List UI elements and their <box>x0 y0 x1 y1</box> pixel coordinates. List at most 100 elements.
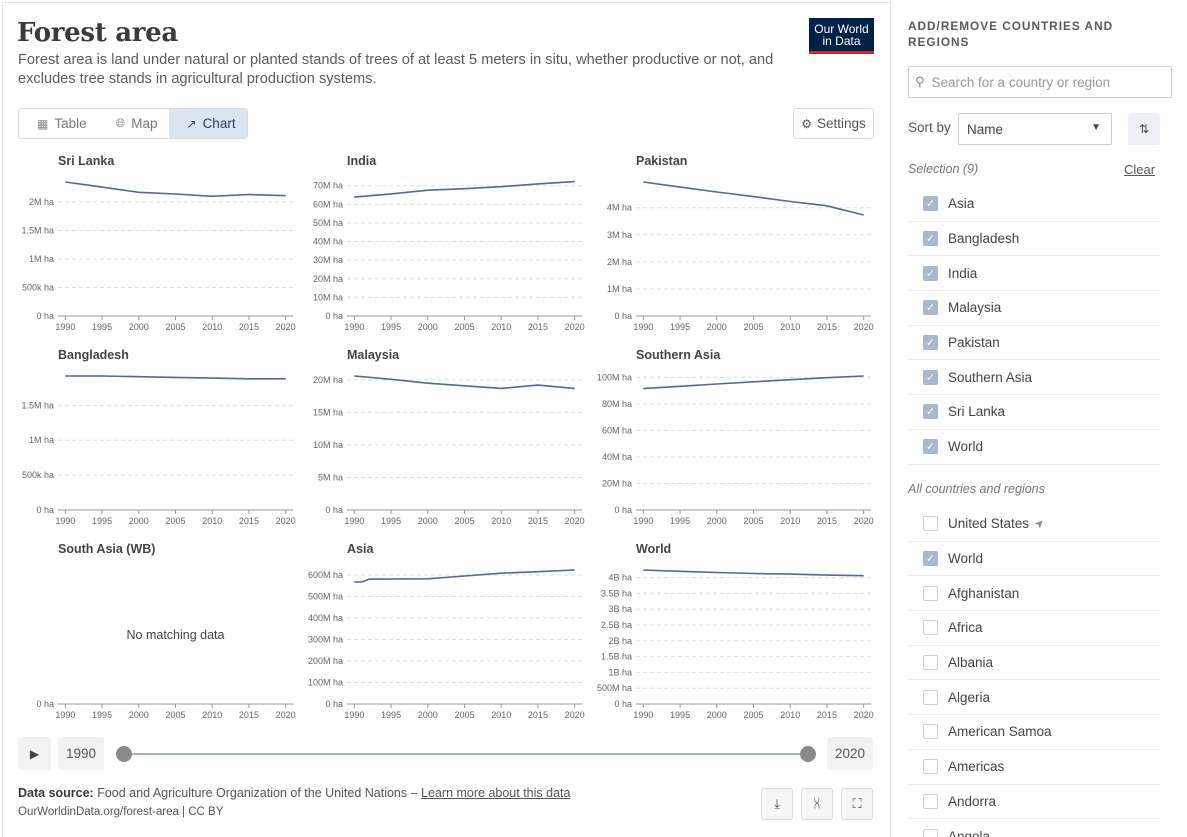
list-item-label: Malaysia <box>948 300 1002 316</box>
list-item[interactable]: United States ➤ <box>908 507 1161 542</box>
y-tick-label: 1.5M ha <box>21 400 54 410</box>
sort-select[interactable]: Name ▼ <box>958 113 1112 145</box>
sort-value: Name <box>967 121 1004 137</box>
all-regions-list: United States ➤ ✓ World Afghanistan Africa Alb… <box>908 507 1161 837</box>
checkbox[interactable] <box>923 759 938 775</box>
no-data-message: No matching data <box>127 628 225 642</box>
checkbox[interactable]: ✓ <box>923 265 938 281</box>
list-item-label: Algeria <box>948 689 991 705</box>
y-tick-label: 60M ha <box>602 425 632 435</box>
checkbox[interactable]: ✓ <box>923 404 938 420</box>
timeline-end-handle[interactable] <box>800 746 816 762</box>
x-tick-label: 2010 <box>491 322 511 332</box>
x-tick-label: 1995 <box>381 322 401 332</box>
play-button[interactable]: ▶ <box>18 737 51 770</box>
list-item[interactable]: ✓ Sri Lanka <box>908 395 1161 430</box>
y-tick-label: 500k ha <box>22 282 54 292</box>
y-tick-label: 1.5M ha <box>21 225 54 235</box>
list-item[interactable]: Africa <box>908 611 1161 646</box>
list-item-label: Angola <box>948 828 991 837</box>
checkbox[interactable] <box>923 724 938 740</box>
x-tick-label: 2020 <box>854 322 874 332</box>
data-source: Data source: Food and Agriculture Organi… <box>18 786 570 800</box>
checkbox[interactable]: ✓ <box>923 369 938 385</box>
list-item[interactable]: ✓ Asia <box>908 187 1161 222</box>
x-tick-label: 2000 <box>129 322 149 332</box>
list-item[interactable]: Afghanistan <box>908 576 1161 612</box>
timeline-start-year[interactable]: 1990 <box>58 737 105 770</box>
list-item[interactable]: ✓ Pakistan <box>908 326 1161 361</box>
list-item[interactable]: Angola <box>908 819 1161 837</box>
timeline-start-handle[interactable] <box>116 746 132 762</box>
chart-title: Malaysia <box>347 348 400 362</box>
x-tick-label: 2020 <box>854 710 874 720</box>
list-item[interactable]: Andorra <box>908 785 1161 820</box>
y-tick-label: 100M ha <box>308 677 343 687</box>
sort-order-icon: ⇅ <box>1138 122 1150 136</box>
x-tick-label: 2015 <box>528 322 548 332</box>
list-item[interactable]: Algeria <box>908 680 1161 716</box>
checkbox[interactable] <box>923 620 938 636</box>
x-tick-label: 2010 <box>780 516 800 526</box>
list-item-label: Pakistan <box>948 335 1000 351</box>
list-item[interactable]: Americas <box>908 750 1161 785</box>
chart-title: World <box>636 542 671 556</box>
y-tick-label: 5M ha <box>318 472 343 482</box>
checkbox[interactable] <box>923 828 938 837</box>
list-item[interactable]: ✓ Southern Asia <box>908 360 1161 396</box>
download-button[interactable]: ⤓ <box>761 788 793 820</box>
share-button[interactable]: ⩆ <box>801 788 833 820</box>
x-tick-label: 2010 <box>780 322 800 332</box>
checkbox[interactable] <box>923 516 938 532</box>
search-placeholder: Search for a country or region <box>931 74 1111 90</box>
x-tick-label: 2005 <box>743 710 763 720</box>
series-line <box>65 181 286 198</box>
list-item[interactable]: ✓ World <box>908 542 1161 577</box>
y-tick-label: 30M ha <box>313 255 343 265</box>
list-item[interactable]: ✓ Malaysia <box>908 291 1161 326</box>
search-input[interactable]: ⚲ Search for a country or region <box>908 66 1172 98</box>
checkbox[interactable] <box>923 585 938 601</box>
x-tick-label: 2000 <box>129 710 149 720</box>
search-icon: ⚲ <box>915 74 925 89</box>
list-item[interactable]: ✓ World <box>908 430 1161 465</box>
y-tick-label: 1B ha <box>608 667 632 677</box>
learn-more-link[interactable]: Learn more about this data <box>421 786 570 800</box>
y-tick-label: 500M ha <box>308 591 343 601</box>
list-item-label: Albania <box>948 655 994 671</box>
checkbox[interactable]: ✓ <box>923 231 938 247</box>
checkbox[interactable]: ✓ <box>923 439 938 455</box>
checkbox[interactable] <box>923 689 938 705</box>
list-item[interactable]: ✓ Bangladesh <box>908 222 1161 257</box>
checkbox[interactable] <box>923 793 938 809</box>
entity-selector: ADD/REMOVE COUNTRIES AND REGIONS ⚲ Search… <box>890 0 1187 837</box>
y-tick-label: 40M ha <box>602 452 632 462</box>
y-tick-label: 0 ha <box>614 699 632 709</box>
sort-order-button[interactable]: ⇅ <box>1128 113 1160 145</box>
timeline-track[interactable] <box>124 753 808 755</box>
chart-title: India <box>347 154 377 168</box>
fullscreen-button[interactable]: ⛶ <box>841 788 873 820</box>
x-tick-label: 2020 <box>565 516 585 526</box>
x-tick-label: 2000 <box>707 516 727 526</box>
checkbox[interactable]: ✓ <box>923 300 938 316</box>
series-line <box>65 375 286 380</box>
checkbox[interactable] <box>923 655 938 671</box>
clear-selection-button[interactable]: Clear <box>1124 162 1155 177</box>
timeline-end-year[interactable]: 2020 <box>827 737 874 770</box>
checkbox[interactable]: ✓ <box>923 196 938 212</box>
y-tick-label: 1M ha <box>607 284 632 294</box>
list-item[interactable]: ✓ India <box>908 256 1161 292</box>
x-tick-label: 2005 <box>743 322 763 332</box>
x-tick-label: 2020 <box>854 516 874 526</box>
y-tick-label: 0 ha <box>614 311 632 321</box>
list-item[interactable]: American Samoa <box>908 715 1161 750</box>
y-tick-label: 600M ha <box>308 570 343 580</box>
x-tick-label: 2010 <box>202 710 222 720</box>
list-item[interactable]: Albania <box>908 646 1161 681</box>
y-tick-label: 3.5B ha <box>601 588 632 598</box>
checkbox[interactable]: ✓ <box>923 551 938 567</box>
x-tick-label: 2005 <box>454 516 474 526</box>
chart-url[interactable]: OurWorldinData.org/forest-area | CC BY <box>18 806 223 818</box>
checkbox[interactable]: ✓ <box>923 335 938 351</box>
